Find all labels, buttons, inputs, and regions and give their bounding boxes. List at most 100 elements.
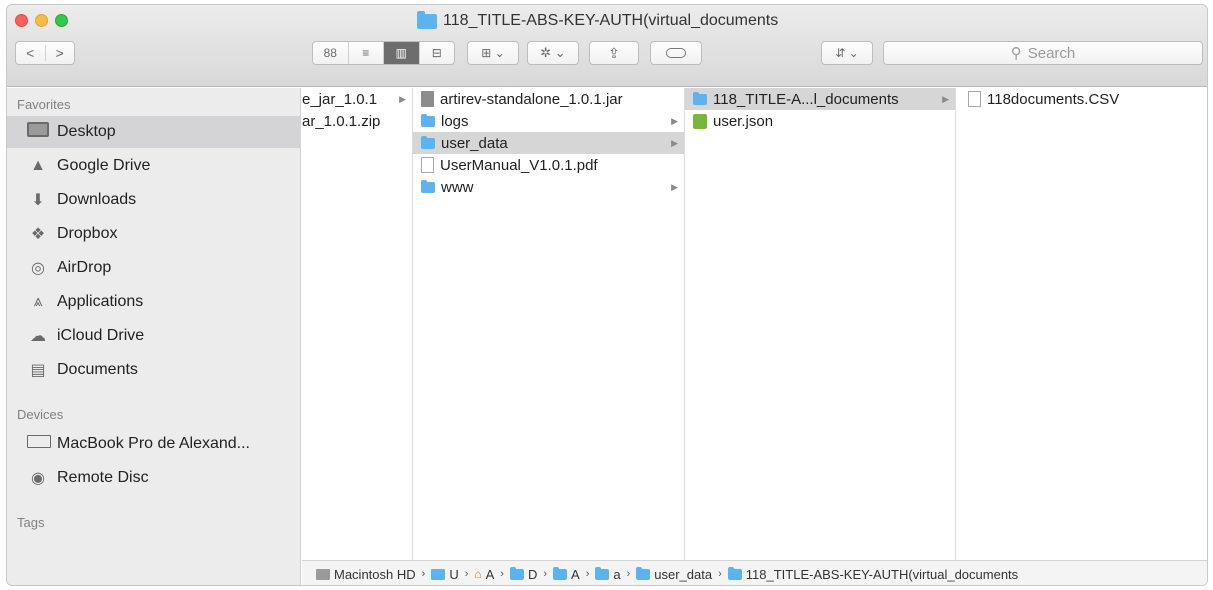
search-field[interactable]: ⚲ Search — [883, 41, 1203, 65]
sidebar-item-applications[interactable]: ⩓ Applications — [15, 286, 297, 318]
item-name: 118_TITLE-A...l_documents — [713, 90, 899, 108]
sidebar-item-icloud-drive[interactable]: ☁ iCloud Drive — [15, 320, 297, 352]
hard-drive-icon — [316, 568, 330, 580]
jar-file-icon — [421, 91, 434, 107]
chevron-right-icon: ▶ — [671, 181, 678, 192]
chevron-right-icon: ▶ — [671, 115, 678, 126]
path-item-desktop[interactable]: D — [509, 566, 537, 582]
tag-button[interactable] — [650, 41, 702, 65]
chevron-right-icon: ▶ — [942, 93, 949, 104]
column-2: artirev-standalone_1.0.1.jar logs ▶ user… — [413, 88, 685, 560]
item-name: UserManual_V1.0.1.pdf — [440, 156, 598, 174]
sidebar-item-google-drive[interactable]: ▲ Google Drive — [15, 150, 297, 182]
view-mode-control: 88 ≡ ▥ ⊟ — [312, 41, 455, 65]
arrange-button[interactable]: ⊞ ⌄ — [467, 41, 519, 65]
sidebar-item-downloads[interactable]: ⬇ Downloads — [15, 184, 297, 216]
folder-icon — [595, 566, 610, 580]
json-file-icon — [693, 113, 707, 129]
dropbox-menu-button[interactable]: ⇵ ⌄ — [821, 41, 873, 65]
sidebar-item-label: Desktop — [57, 123, 116, 140]
list-view-button[interactable]: ≡ — [349, 42, 384, 64]
folder-icon — [421, 135, 435, 149]
sidebar-section-devices: Devices — [17, 407, 64, 422]
list-item-selected[interactable]: 118_TITLE-A...l_documents ▶ — [685, 88, 955, 110]
back-button[interactable]: < — [16, 45, 46, 61]
sidebar-item-remote-disc[interactable]: ◉ Remote Disc — [15, 462, 297, 494]
folder-icon — [636, 566, 651, 580]
share-button[interactable]: ⇪ — [589, 41, 639, 65]
folder-icon — [509, 566, 524, 580]
list-item[interactable]: user.json — [685, 110, 955, 132]
sidebar-item-label: Google Drive — [57, 157, 151, 174]
title-bar: 118_TITLE-ABS-KEY-AUTH(virtual_documents… — [7, 5, 1207, 87]
list-item[interactable]: artirev-standalone_1.0.1.jar — [413, 88, 684, 110]
path-item-users[interactable]: U — [431, 567, 459, 582]
search-icon: ⚲ — [1010, 45, 1022, 62]
path-separator: › — [500, 568, 504, 580]
path-item-folder-a2[interactable]: a — [595, 566, 621, 582]
sidebar-item-airdrop[interactable]: ◎ AirDrop — [15, 252, 297, 284]
dropbox-icon: ❖ — [30, 226, 46, 243]
document-icon — [968, 91, 981, 107]
path-item-macintosh-hd[interactable]: Macintosh HD — [316, 567, 416, 582]
path-item-home[interactable]: ⌂ A — [474, 567, 494, 582]
folder-icon — [693, 91, 707, 105]
column-1: e_jar_1.0.1 ▶ ar_1.0.1.zip — [302, 88, 413, 560]
disc-icon: ◉ — [31, 470, 45, 487]
action-gear-button[interactable]: ✲ ⌄ — [527, 41, 579, 65]
item-name: user_data — [441, 134, 508, 152]
forward-button[interactable]: > — [46, 45, 75, 61]
column-4: 118documents.CSV — [956, 88, 1207, 560]
sidebar-item-label: Remote Disc — [57, 469, 149, 486]
airdrop-icon: ◎ — [31, 260, 45, 277]
folder-icon — [553, 566, 568, 580]
sidebar-item-label: Downloads — [57, 191, 137, 208]
cover-flow-view-button[interactable]: ⊟ — [420, 42, 455, 64]
icloud-icon: ☁ — [30, 328, 46, 345]
list-item-selected[interactable]: user_data ▶ — [413, 132, 684, 154]
path-item-folder-a[interactable]: A — [553, 566, 580, 582]
list-item[interactable]: www ▶ — [413, 176, 684, 198]
back-forward-control: < > — [15, 41, 75, 65]
item-name: logs — [441, 112, 469, 130]
search-placeholder: Search — [1027, 44, 1076, 62]
column-view-button[interactable]: ▥ — [384, 42, 420, 64]
sidebar-item-label: Documents — [57, 361, 138, 378]
sidebar-item-documents[interactable]: ▤ Documents — [15, 354, 297, 386]
home-icon: ⌂ — [474, 567, 482, 581]
item-name: artirev-standalone_1.0.1.jar — [440, 90, 623, 108]
item-name: ar_1.0.1.zip — [302, 112, 381, 130]
path-item-user-data[interactable]: user_data — [636, 566, 712, 582]
sidebar-item-label: AirDrop — [57, 259, 112, 276]
folder-icon — [417, 10, 437, 29]
item-name: 118documents.CSV — [987, 90, 1120, 108]
list-item[interactable]: e_jar_1.0.1 ▶ — [302, 88, 412, 110]
folder-icon — [421, 113, 435, 127]
list-item[interactable]: UserManual_V1.0.1.pdf — [413, 154, 684, 176]
path-separator: › — [585, 568, 590, 580]
close-window-button[interactable] — [15, 14, 28, 27]
tag-icon — [666, 48, 686, 58]
sidebar-item-desktop[interactable]: Desktop — [7, 116, 301, 148]
sidebar: Favorites Desktop ▲ Google Drive ⬇ Downl… — [7, 88, 301, 585]
chevron-right-icon: ▶ — [671, 137, 678, 148]
pdf-file-icon — [421, 157, 434, 173]
path-separator: › — [464, 568, 469, 580]
path-item-current-folder[interactable]: 118_TITLE-ABS-KEY-AUTH(virtual_documents — [727, 566, 1018, 582]
sidebar-item-dropbox[interactable]: ❖ Dropbox — [15, 218, 297, 250]
path-separator: › — [421, 568, 426, 580]
list-item[interactable]: ar_1.0.1.zip — [302, 110, 412, 132]
item-name: www — [441, 178, 474, 196]
documents-icon: ▤ — [30, 362, 46, 379]
sidebar-item-macbook[interactable]: MacBook Pro de Alexand... — [15, 428, 297, 460]
desktop-icon — [27, 122, 49, 142]
icon-view-button[interactable]: 88 — [313, 42, 349, 64]
sidebar-section-tags: Tags — [17, 515, 45, 530]
column-browser: e_jar_1.0.1 ▶ ar_1.0.1.zip artirev-stand… — [302, 88, 1207, 560]
zoom-window-button[interactable] — [55, 14, 68, 27]
minimize-window-button[interactable] — [35, 14, 48, 27]
list-item[interactable]: 118documents.CSV — [956, 88, 1207, 110]
window-title-text: 118_TITLE-ABS-KEY-AUTH(virtual_documents — [443, 12, 779, 29]
list-item[interactable]: logs ▶ — [413, 110, 684, 132]
folder-icon — [421, 179, 435, 193]
